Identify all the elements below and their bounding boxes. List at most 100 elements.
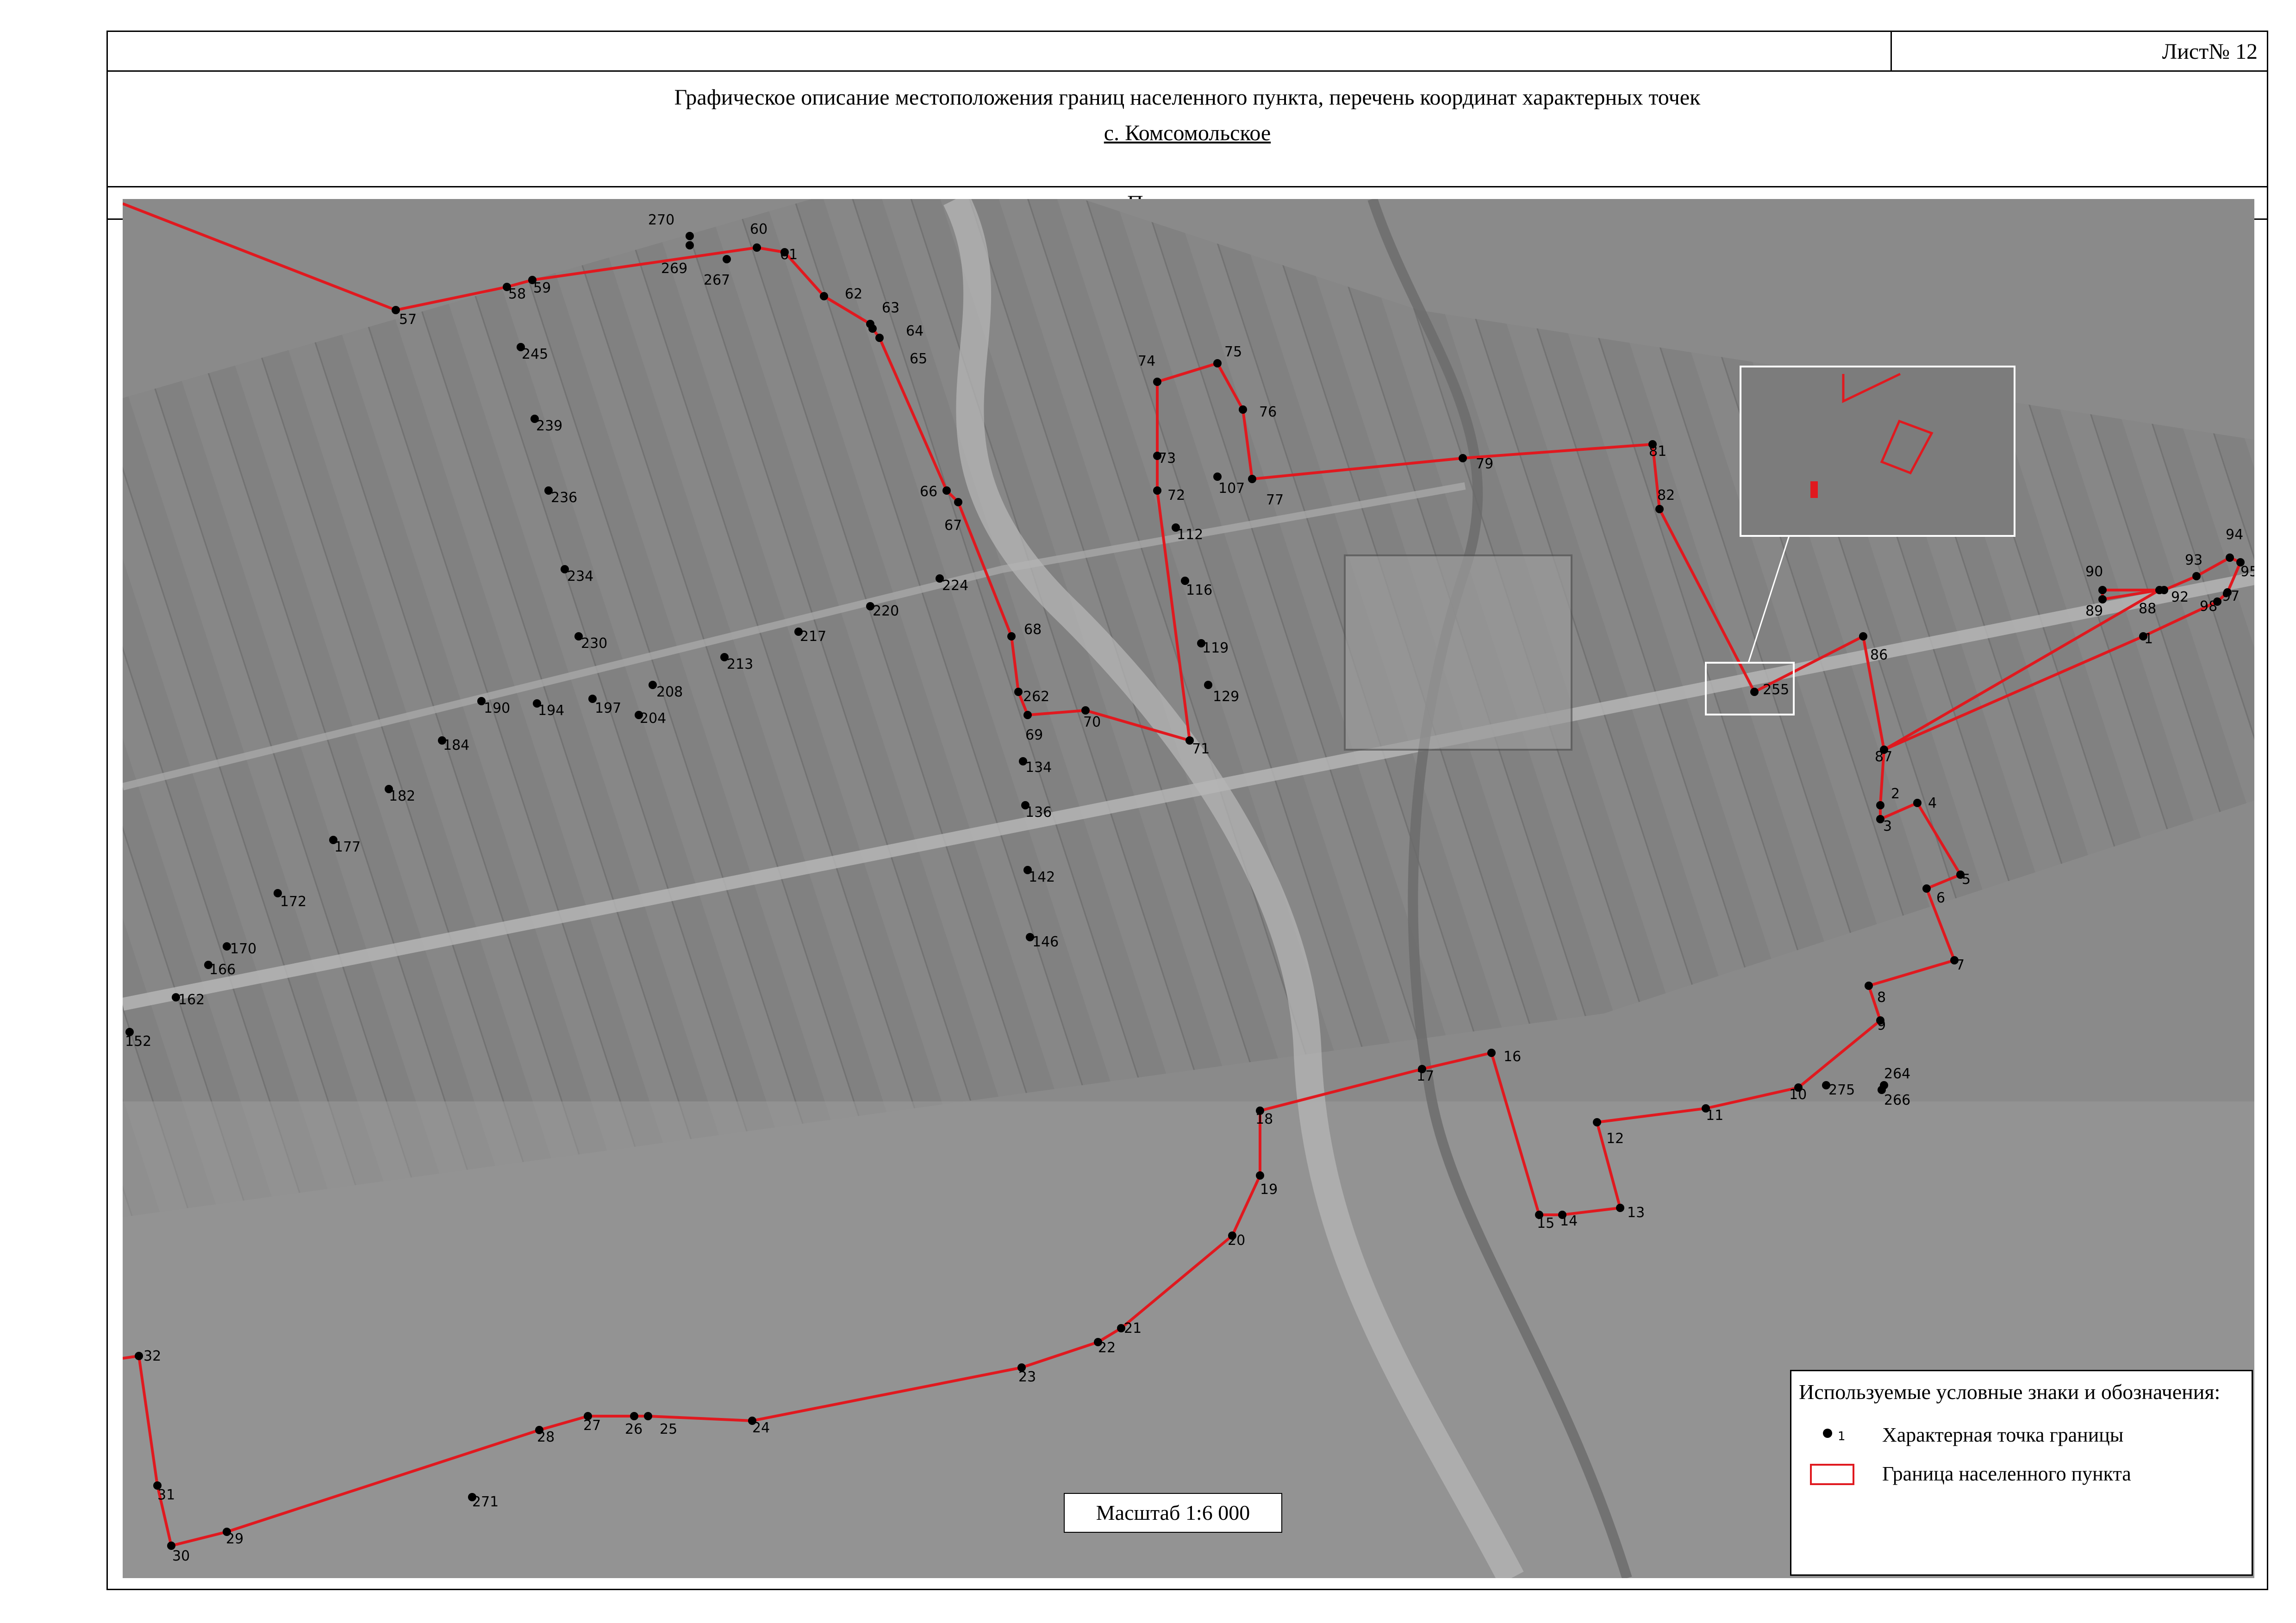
- boundary-point-19: [1256, 1171, 1264, 1180]
- boundary-point-92: [2160, 586, 2168, 594]
- point-label-262: 262: [1023, 689, 1049, 705]
- boundary-point-74: [1153, 378, 1161, 386]
- point-label-264: 264: [1884, 1066, 1910, 1082]
- point-label-162: 162: [178, 992, 205, 1008]
- boundary-point-25: [644, 1412, 652, 1420]
- point-label-8: 8: [1877, 989, 1886, 1006]
- title-block: Графическое описание местоположения гран…: [108, 72, 2267, 187]
- point-label-271: 271: [472, 1494, 499, 1510]
- boundary-point-208: [649, 681, 657, 689]
- point-label-5: 5: [1962, 871, 1971, 888]
- boundary-point-90: [2098, 586, 2107, 594]
- point-label-72: 72: [1167, 487, 1185, 504]
- legend-boundary-row: Граница населенного пункта: [1791, 1462, 2252, 1490]
- point-label-112: 112: [1177, 527, 1203, 543]
- point-label-31: 31: [157, 1487, 175, 1503]
- point-label-24: 24: [752, 1420, 770, 1436]
- point-label-90: 90: [2085, 564, 2103, 580]
- inset-frame: [1740, 366, 2015, 537]
- point-label-17: 17: [1416, 1068, 1434, 1084]
- point-label-11: 11: [1706, 1107, 1723, 1124]
- legend-title: Используемые условные знаки и обозначени…: [1799, 1380, 2221, 1404]
- point-label-69: 69: [1025, 727, 1043, 743]
- point-label-82: 82: [1657, 487, 1675, 504]
- boundary-point-269: [686, 241, 694, 249]
- boundary-point-62: [820, 292, 828, 300]
- point-label-76: 76: [1259, 404, 1277, 420]
- boundary-point-2: [1876, 801, 1884, 809]
- point-label-70: 70: [1083, 714, 1101, 730]
- boundary-point-129: [1204, 681, 1212, 689]
- point-label-29: 29: [226, 1531, 243, 1547]
- point-label-15: 15: [1537, 1215, 1554, 1231]
- point-label-197: 197: [595, 700, 621, 716]
- boundary-point-4: [1913, 799, 1922, 807]
- point-label-190: 190: [484, 700, 510, 716]
- point-label-63: 63: [882, 300, 899, 316]
- point-label-81: 81: [1649, 443, 1666, 460]
- point-label-16: 16: [1504, 1049, 1521, 1065]
- legend-point-label: Характерная точка границы: [1882, 1424, 2124, 1446]
- boundary-point-26: [630, 1412, 638, 1420]
- point-label-7: 7: [1956, 957, 1965, 973]
- point-label-152: 152: [125, 1033, 151, 1050]
- point-label-95: 95: [2240, 564, 2254, 580]
- boundary-point-75: [1213, 359, 1222, 367]
- point-label-1: 1: [2144, 631, 2153, 647]
- point-label-9: 9: [1877, 1017, 1886, 1033]
- point-label-64: 64: [906, 323, 923, 339]
- point-label-57: 57: [399, 311, 417, 328]
- boundary-point-270: [686, 232, 694, 240]
- boundary-point-77: [1248, 475, 1256, 483]
- boundary-point-107: [1213, 473, 1222, 481]
- point-label-255: 255: [1763, 682, 1789, 698]
- point-label-184: 184: [443, 737, 469, 753]
- point-label-119: 119: [1202, 640, 1229, 656]
- boundary-line-icon: [1810, 1464, 1854, 1485]
- point-label-25: 25: [660, 1421, 677, 1437]
- boundary-point-82: [1655, 505, 1664, 513]
- boundary-point-69: [1023, 711, 1032, 719]
- point-label-74: 74: [1138, 353, 1155, 369]
- point-label-30: 30: [172, 1548, 190, 1564]
- point-label-92: 92: [2171, 589, 2189, 605]
- boundary-point-89: [2098, 595, 2107, 603]
- point-label-13: 13: [1627, 1205, 1645, 1221]
- point-label-68: 68: [1024, 622, 1042, 638]
- point-label-142: 142: [1029, 869, 1055, 885]
- boundary-point-icon: [1823, 1429, 1832, 1438]
- point-label-14: 14: [1560, 1213, 1578, 1229]
- boundary-point-67: [954, 498, 962, 506]
- point-label-239: 239: [536, 418, 562, 434]
- boundary-point-262: [1014, 688, 1023, 696]
- point-label-234: 234: [567, 568, 593, 585]
- boundary-point-76: [1239, 405, 1247, 414]
- point-label-19: 19: [1260, 1181, 1278, 1198]
- point-label-88: 88: [2139, 601, 2156, 617]
- point-label-66: 66: [920, 484, 937, 500]
- point-label-236: 236: [551, 490, 577, 506]
- point-label-2: 2: [1891, 786, 1900, 802]
- boundary-point-79: [1459, 454, 1467, 462]
- point-label-269: 269: [661, 261, 687, 277]
- point-label-134: 134: [1025, 759, 1052, 776]
- scale-label: Масштаб 1:6 000: [1064, 1493, 1282, 1533]
- point-label-270: 270: [648, 212, 674, 228]
- point-label-194: 194: [538, 703, 564, 719]
- point-label-59: 59: [533, 280, 551, 296]
- legend-point-row: 1 Характерная точка границы: [1791, 1423, 2252, 1451]
- point-label-61: 61: [780, 247, 798, 263]
- point-label-3: 3: [1883, 818, 1892, 834]
- point-label-60: 60: [750, 221, 767, 237]
- point-label-107: 107: [1218, 480, 1245, 497]
- point-label-6: 6: [1936, 890, 1945, 906]
- legend-point-number: 1: [1838, 1430, 1846, 1443]
- point-label-116: 116: [1186, 582, 1212, 598]
- point-label-136: 136: [1025, 804, 1052, 821]
- settlement-name: с. Комсомольское: [1104, 121, 1271, 145]
- point-label-98: 98: [2200, 598, 2217, 615]
- boundary-point-86: [1859, 632, 1867, 640]
- boundary-point-65: [875, 334, 884, 342]
- point-label-73: 73: [1158, 450, 1176, 466]
- point-label-32: 32: [144, 1348, 161, 1364]
